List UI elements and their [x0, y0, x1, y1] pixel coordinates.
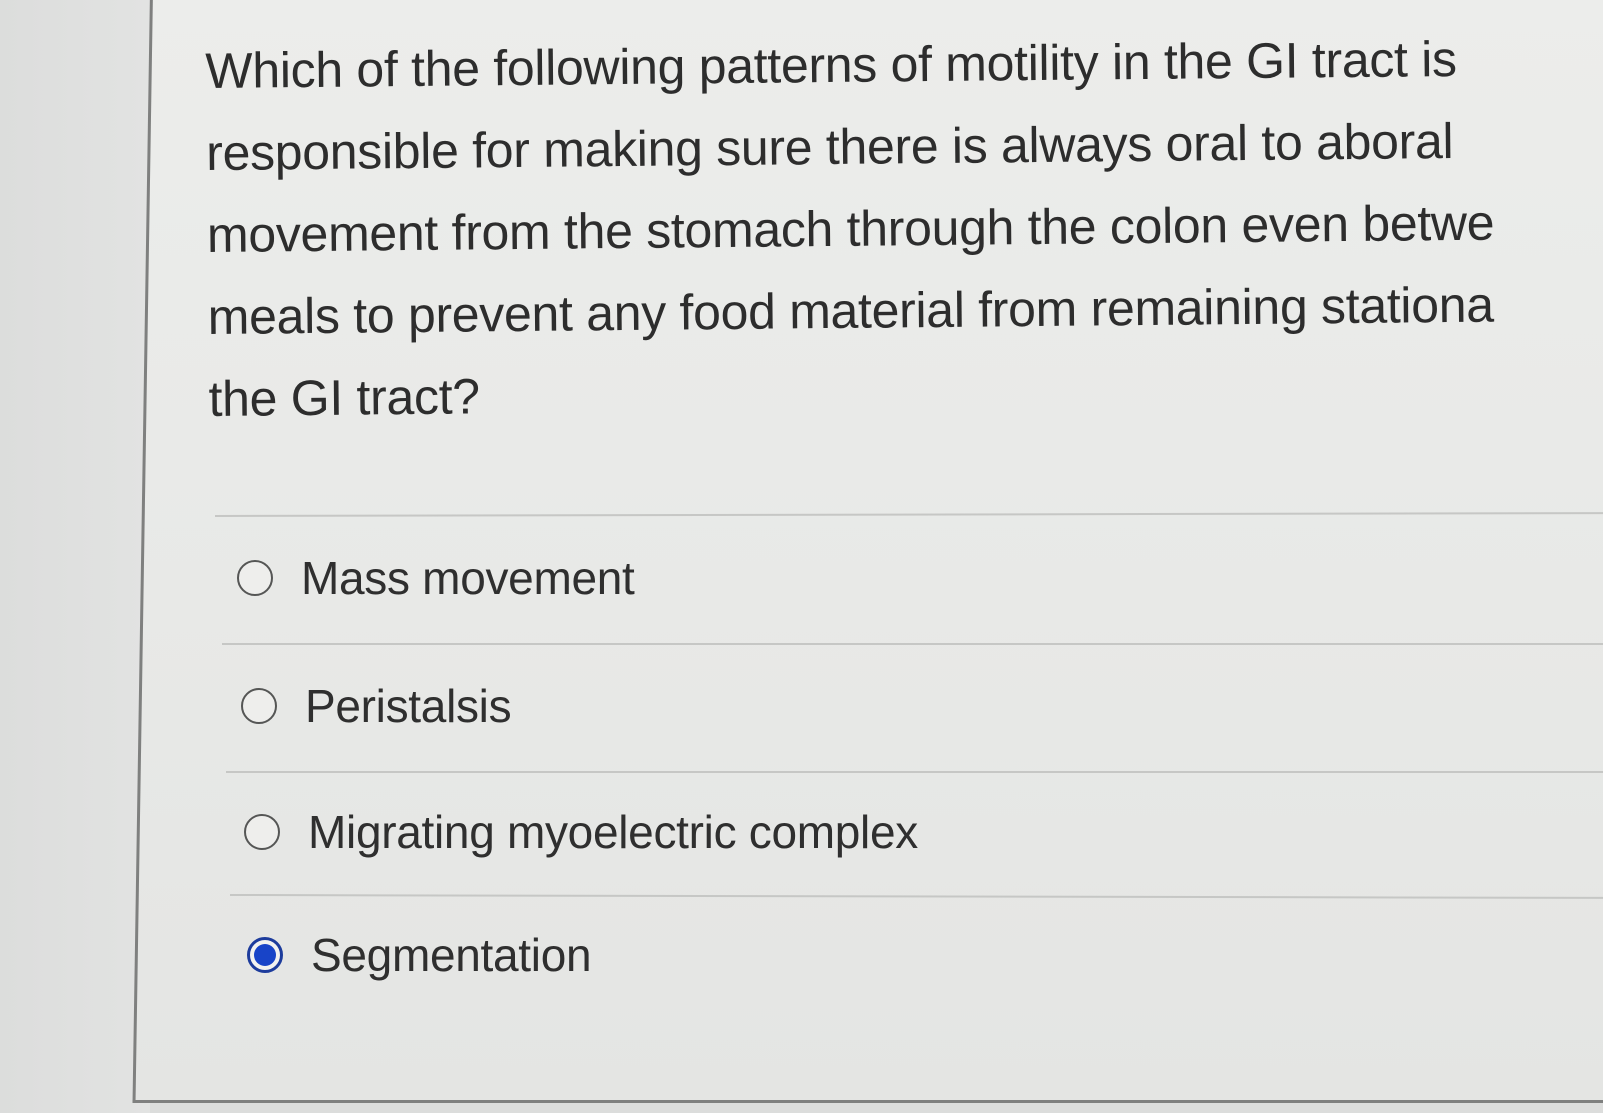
radio-selected-dot — [254, 944, 276, 966]
radio-button-mass-movement[interactable] — [237, 560, 273, 596]
divider — [229, 894, 1603, 899]
answer-list: Mass movement Peristalsis Migrating myoe… — [0, 0, 1603, 1113]
radio-button-peristalsis[interactable] — [241, 688, 277, 724]
answer-option-migrating-myoelectric-complex[interactable]: Migrating myoelectric complex — [244, 805, 918, 859]
divider — [222, 643, 1603, 645]
answer-label: Peristalsis — [305, 680, 512, 732]
radio-button-segmentation-selected[interactable] — [247, 937, 283, 973]
answer-option-segmentation[interactable]: Segmentation — [247, 928, 592, 982]
radio-button-migrating-myoelectric-complex[interactable] — [244, 814, 280, 850]
answer-label: Migrating myoelectric complex — [308, 806, 918, 858]
answer-label: Segmentation — [311, 929, 592, 981]
answer-option-peristalsis[interactable]: Peristalsis — [241, 679, 512, 733]
answer-label: Mass movement — [301, 552, 635, 604]
answer-option-mass-movement[interactable]: Mass movement — [237, 551, 635, 605]
divider — [226, 771, 1603, 773]
quiz-screen: Which of the following patterns of motil… — [0, 0, 1603, 1113]
